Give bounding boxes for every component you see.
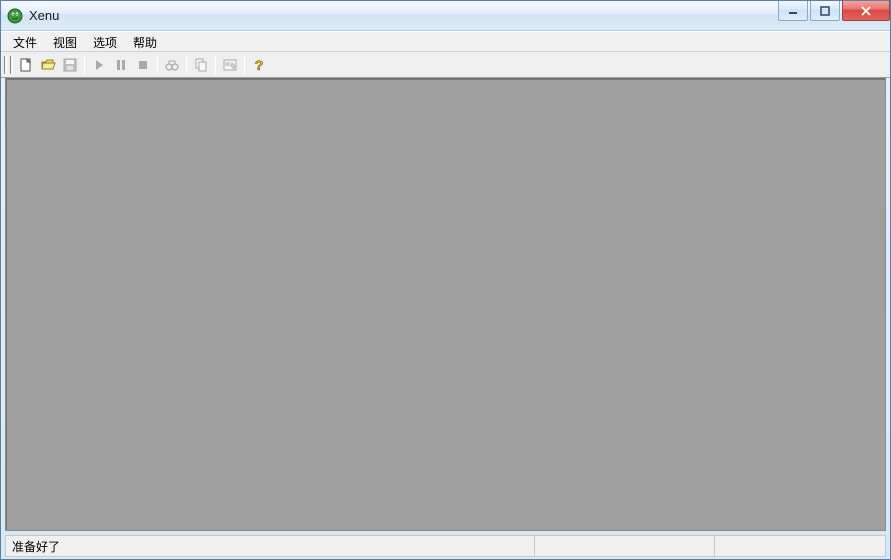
toolbar: ? <box>1 52 890 78</box>
stop-icon <box>135 57 151 73</box>
copy-icon <box>193 57 209 73</box>
save-icon <box>62 57 78 73</box>
maximize-button[interactable] <box>810 1 840 21</box>
title-bar[interactable]: Xenu <box>1 1 890 31</box>
maximize-icon <box>820 6 830 16</box>
properties-icon <box>222 57 238 73</box>
find-button[interactable] <box>161 54 183 76</box>
new-file-icon <box>18 57 34 73</box>
close-icon <box>860 6 872 16</box>
play-button[interactable] <box>88 54 110 76</box>
status-ready: 准备好了 <box>6 536 535 556</box>
toolbar-separator <box>186 56 187 74</box>
save-button[interactable] <box>59 54 81 76</box>
menu-bar: 文件 视图 选项 帮助 <box>1 31 890 52</box>
menu-view[interactable]: 视图 <box>45 32 85 51</box>
toolbar-separator <box>157 56 158 74</box>
toolbar-grip[interactable] <box>10 56 13 74</box>
properties-button[interactable] <box>219 54 241 76</box>
stop-button[interactable] <box>132 54 154 76</box>
menu-help[interactable]: 帮助 <box>125 32 165 51</box>
binoculars-icon <box>164 57 180 73</box>
app-icon <box>7 8 23 24</box>
help-icon: ? <box>251 57 267 73</box>
app-window: Xenu 文件 视图 选项 帮助 <box>0 0 891 560</box>
play-icon <box>91 57 107 73</box>
window-controls <box>776 1 890 21</box>
status-mid <box>535 536 715 556</box>
new-button[interactable] <box>15 54 37 76</box>
copy-button[interactable] <box>190 54 212 76</box>
toolbar-separator <box>84 56 85 74</box>
window-title: Xenu <box>29 8 776 23</box>
close-button[interactable] <box>842 1 890 21</box>
svg-text:?: ? <box>255 57 264 73</box>
toolbar-grip[interactable] <box>4 56 7 74</box>
about-button[interactable]: ? <box>248 54 270 76</box>
open-button[interactable] <box>37 54 59 76</box>
menu-options[interactable]: 选项 <box>85 32 125 51</box>
status-bar: 准备好了 <box>5 535 886 557</box>
menu-file[interactable]: 文件 <box>5 32 45 51</box>
toolbar-separator <box>244 56 245 74</box>
status-right <box>715 536 885 556</box>
minimize-button[interactable] <box>778 1 808 21</box>
open-folder-icon <box>40 57 56 73</box>
toolbar-separator <box>215 56 216 74</box>
minimize-icon <box>788 6 798 16</box>
pause-button[interactable] <box>110 54 132 76</box>
mdi-client-area <box>5 78 886 531</box>
pause-icon <box>113 57 129 73</box>
